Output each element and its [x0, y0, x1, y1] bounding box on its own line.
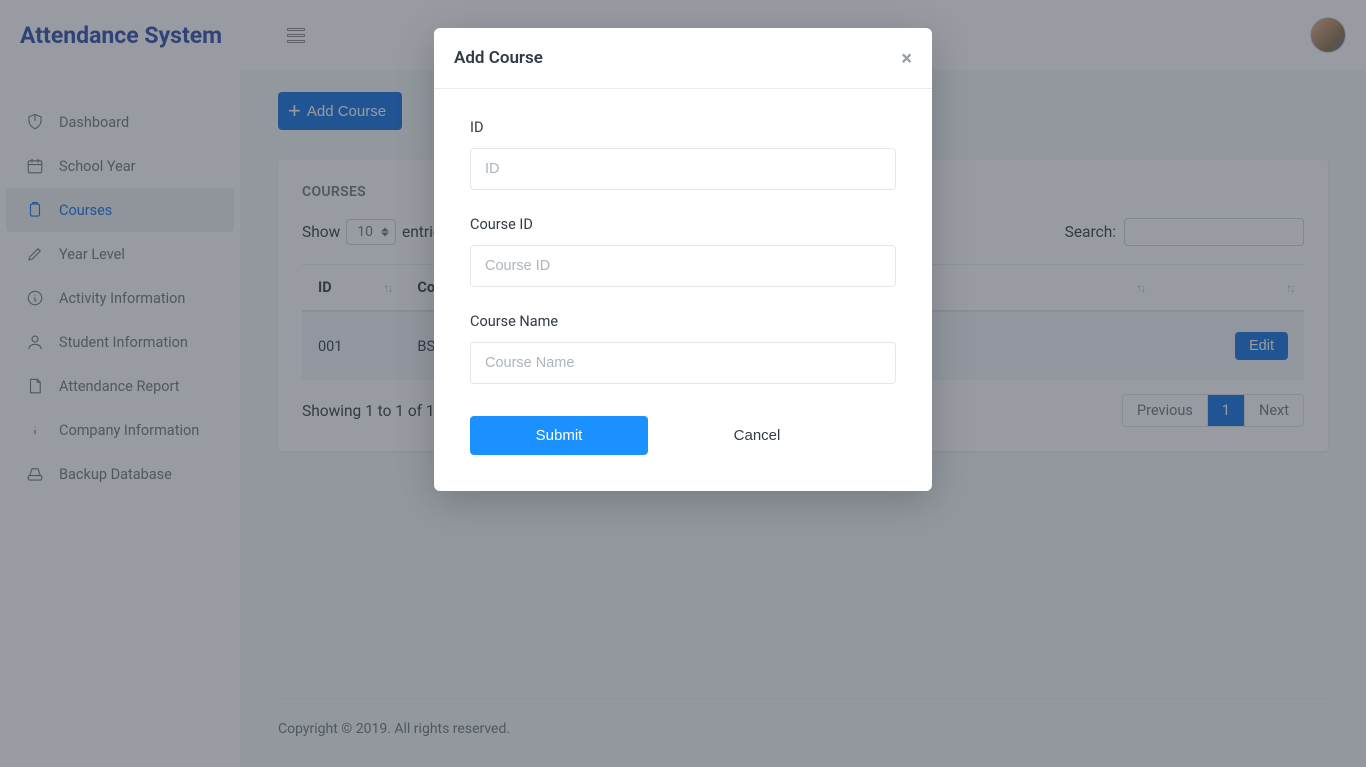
submit-button[interactable]: Submit	[470, 416, 648, 455]
cancel-button[interactable]: Cancel	[668, 416, 846, 455]
id-label: ID	[470, 119, 896, 136]
modal-title: Add Course	[454, 48, 543, 68]
modal-body: ID Course ID Course Name Submit Cancel	[434, 89, 932, 491]
add-course-modal: Add Course × ID Course ID Course Name Su…	[434, 28, 932, 491]
modal-overlay[interactable]: Add Course × ID Course ID Course Name Su…	[0, 0, 1366, 767]
modal-header: Add Course ×	[434, 28, 932, 89]
close-icon[interactable]: ×	[901, 46, 912, 70]
course-name-input[interactable]	[470, 342, 896, 384]
course-name-label: Course Name	[470, 313, 896, 330]
course-id-label: Course ID	[470, 216, 896, 233]
course-id-input[interactable]	[470, 245, 896, 287]
id-input[interactable]	[470, 148, 896, 190]
